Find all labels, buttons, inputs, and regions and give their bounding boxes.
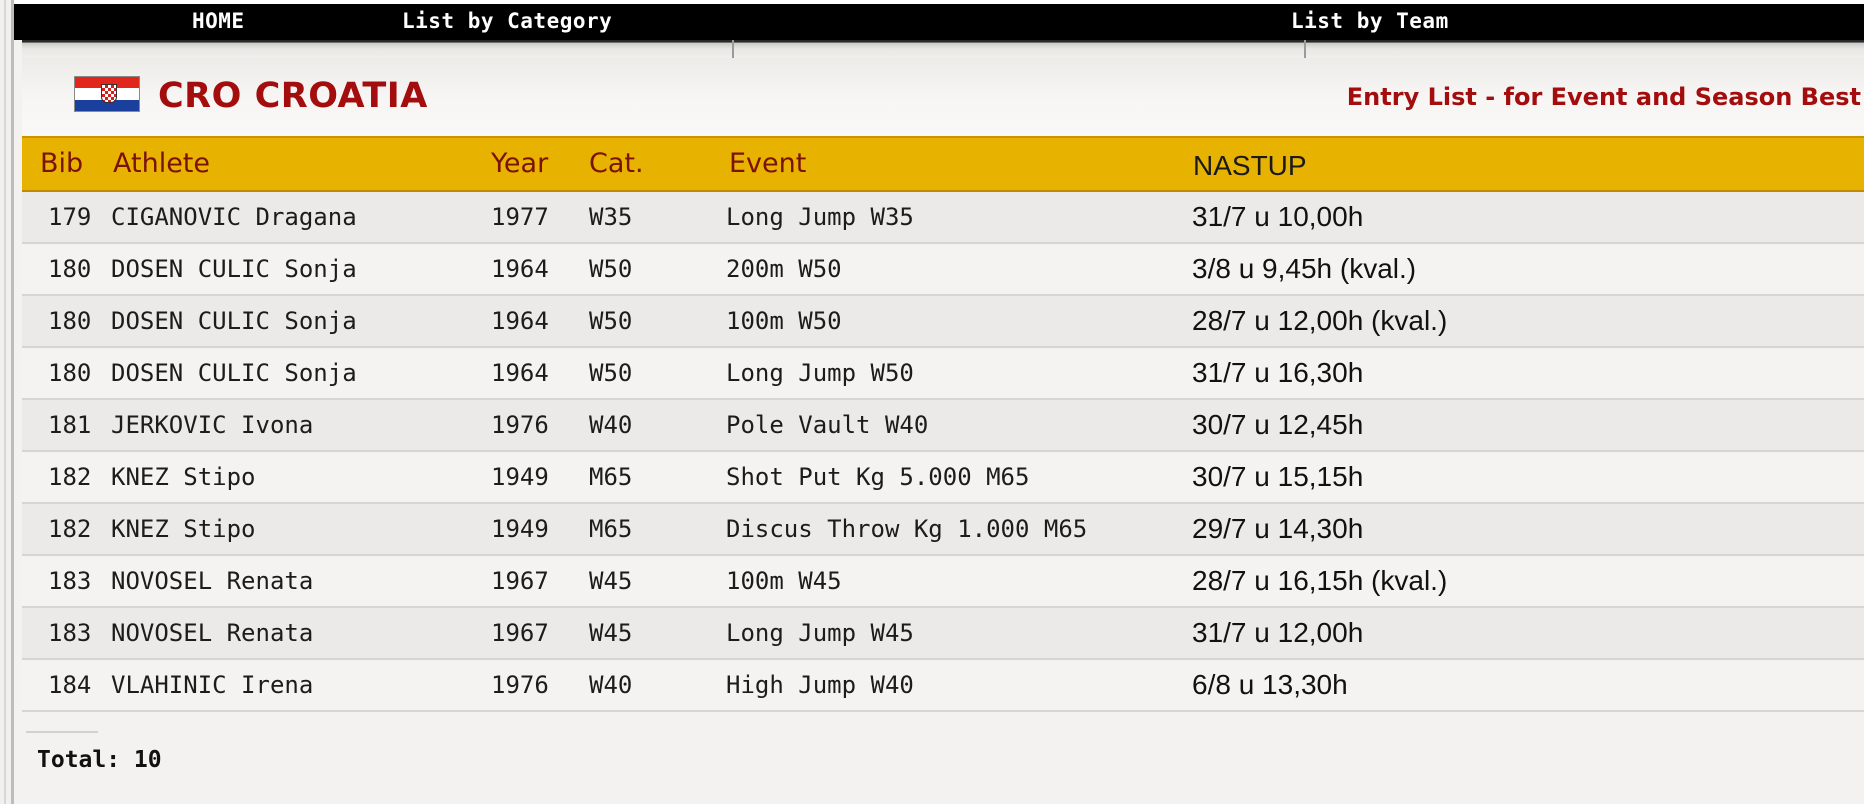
cell-bib: 180 <box>48 359 92 387</box>
cell-athlete: NOVOSEL Renata <box>111 619 314 647</box>
nav-divider <box>732 40 734 60</box>
cell-cat: W35 <box>589 203 633 231</box>
cell-athlete: KNEZ Stipo <box>111 515 256 543</box>
cell-event: Long Jump W50 <box>726 359 914 387</box>
cell-year: 1949 <box>491 515 549 543</box>
cell-event: Long Jump W35 <box>726 203 914 231</box>
team-title: CRO CROATIA <box>158 76 428 116</box>
cell-bib: 184 <box>48 671 92 699</box>
cell-year: 1967 <box>491 619 549 647</box>
column-header-cat: Cat. <box>589 148 644 179</box>
table-row: 180 DOSEN CULIC Sonja 1964 W50 200m W50 … <box>22 244 1864 296</box>
cell-cat: W45 <box>589 567 633 595</box>
column-header-athlete: Athlete <box>113 148 211 179</box>
croatia-flag-icon <box>74 76 140 112</box>
cell-year: 1976 <box>491 671 549 699</box>
cell-nastup: 29/7 u 14,30h <box>1192 513 1364 544</box>
cell-athlete: JERKOVIC Ivona <box>111 411 314 439</box>
cell-event: Shot Put Kg 5.000 M65 <box>726 463 1030 491</box>
page-frame: HOME List by Category List by Team CRO C… <box>0 0 1864 804</box>
column-header-bib: Bib <box>40 148 84 179</box>
cell-nastup: 30/7 u 12,45h <box>1192 409 1364 440</box>
total-divider <box>26 731 98 733</box>
table-row: 181 JERKOVIC Ivona 1976 W40 Pole Vault W… <box>22 400 1864 452</box>
cell-athlete: DOSEN CULIC Sonja <box>111 307 357 335</box>
cell-event: 200m W50 <box>726 255 842 283</box>
cell-athlete: CIGANOVIC Dragana <box>111 203 357 231</box>
cell-nastup: 28/7 u 12,00h (kval.) <box>1192 305 1448 336</box>
cell-cat: W50 <box>589 307 633 335</box>
table-row: 184 VLAHINIC Irena 1976 W40 High Jump W4… <box>22 660 1864 712</box>
cell-bib: 182 <box>48 515 92 543</box>
page-subtitle: Entry List - for Event and Season Best <box>1346 83 1861 111</box>
top-nav-bar: HOME List by Category List by Team <box>14 0 1864 40</box>
nav-list-by-category-link[interactable]: List by Category <box>402 9 612 33</box>
cell-athlete: NOVOSEL Renata <box>111 567 314 595</box>
cell-bib: 179 <box>48 203 92 231</box>
cell-year: 1964 <box>491 255 549 283</box>
nav-subbar <box>22 40 1864 60</box>
table-row: 183 NOVOSEL Renata 1967 W45 100m W45 28/… <box>22 556 1864 608</box>
cell-bib: 180 <box>48 255 92 283</box>
cell-year: 1967 <box>491 567 549 595</box>
cell-cat: W50 <box>589 255 633 283</box>
cell-event: 100m W45 <box>726 567 842 595</box>
nav-list-by-team-link[interactable]: List by Team <box>1291 9 1449 33</box>
cell-nastup: 3/8 u 9,45h (kval.) <box>1192 253 1417 284</box>
cell-year: 1964 <box>491 359 549 387</box>
cell-nastup: 31/7 u 16,30h <box>1192 357 1364 388</box>
cell-cat: W40 <box>589 411 633 439</box>
table-row: 179 CIGANOVIC Dragana 1977 W35 Long Jump… <box>22 192 1864 244</box>
cell-nastup: 6/8 u 13,30h <box>1192 669 1348 700</box>
total-count: Total: 10 <box>37 747 162 773</box>
cell-cat: W40 <box>589 671 633 699</box>
table-row: 182 KNEZ Stipo 1949 M65 Discus Throw Kg … <box>22 504 1864 556</box>
table-header: Bib Athlete Year Cat. Event NASTUP <box>22 136 1864 192</box>
cell-nastup: 31/7 u 12,00h <box>1192 617 1364 648</box>
cell-bib: 180 <box>48 307 92 335</box>
column-header-year: Year <box>491 148 549 179</box>
nav-divider <box>1304 40 1306 60</box>
column-header-nastup: NASTUP <box>1193 150 1307 181</box>
cell-athlete: DOSEN CULIC Sonja <box>111 359 357 387</box>
cell-bib: 181 <box>48 411 92 439</box>
cell-year: 1977 <box>491 203 549 231</box>
cell-year: 1964 <box>491 307 549 335</box>
cell-event: Long Jump W45 <box>726 619 914 647</box>
nav-home-link[interactable]: HOME <box>192 9 245 33</box>
cell-event: Discus Throw Kg 1.000 M65 <box>726 515 1088 543</box>
left-border <box>0 0 14 804</box>
cell-cat: W45 <box>589 619 633 647</box>
column-header-event: Event <box>729 148 807 179</box>
cell-athlete: DOSEN CULIC Sonja <box>111 255 357 283</box>
cell-nastup: 28/7 u 16,15h (kval.) <box>1192 565 1448 596</box>
cell-cat: W50 <box>589 359 633 387</box>
cell-event: Pole Vault W40 <box>726 411 929 439</box>
cell-bib: 183 <box>48 619 92 647</box>
cell-cat: M65 <box>589 463 633 491</box>
left-border-line <box>4 0 6 804</box>
cell-year: 1949 <box>491 463 549 491</box>
table-row: 183 NOVOSEL Renata 1967 W45 Long Jump W4… <box>22 608 1864 660</box>
cell-nastup: 30/7 u 15,15h <box>1192 461 1364 492</box>
cell-athlete: VLAHINIC Irena <box>111 671 314 699</box>
table-row: 180 DOSEN CULIC Sonja 1964 W50 100m W50 … <box>22 296 1864 348</box>
cell-event: High Jump W40 <box>726 671 914 699</box>
cell-bib: 183 <box>48 567 92 595</box>
cell-athlete: KNEZ Stipo <box>111 463 256 491</box>
cell-nastup: 31/7 u 10,00h <box>1192 201 1364 232</box>
table-row: 180 DOSEN CULIC Sonja 1964 W50 Long Jump… <box>22 348 1864 400</box>
table-row: 182 KNEZ Stipo 1949 M65 Shot Put Kg 5.00… <box>22 452 1864 504</box>
cell-cat: M65 <box>589 515 633 543</box>
cell-event: 100m W50 <box>726 307 842 335</box>
cell-year: 1976 <box>491 411 549 439</box>
cell-bib: 182 <box>48 463 92 491</box>
entry-table: Bib Athlete Year Cat. Event NASTUP 179 C… <box>22 136 1864 712</box>
